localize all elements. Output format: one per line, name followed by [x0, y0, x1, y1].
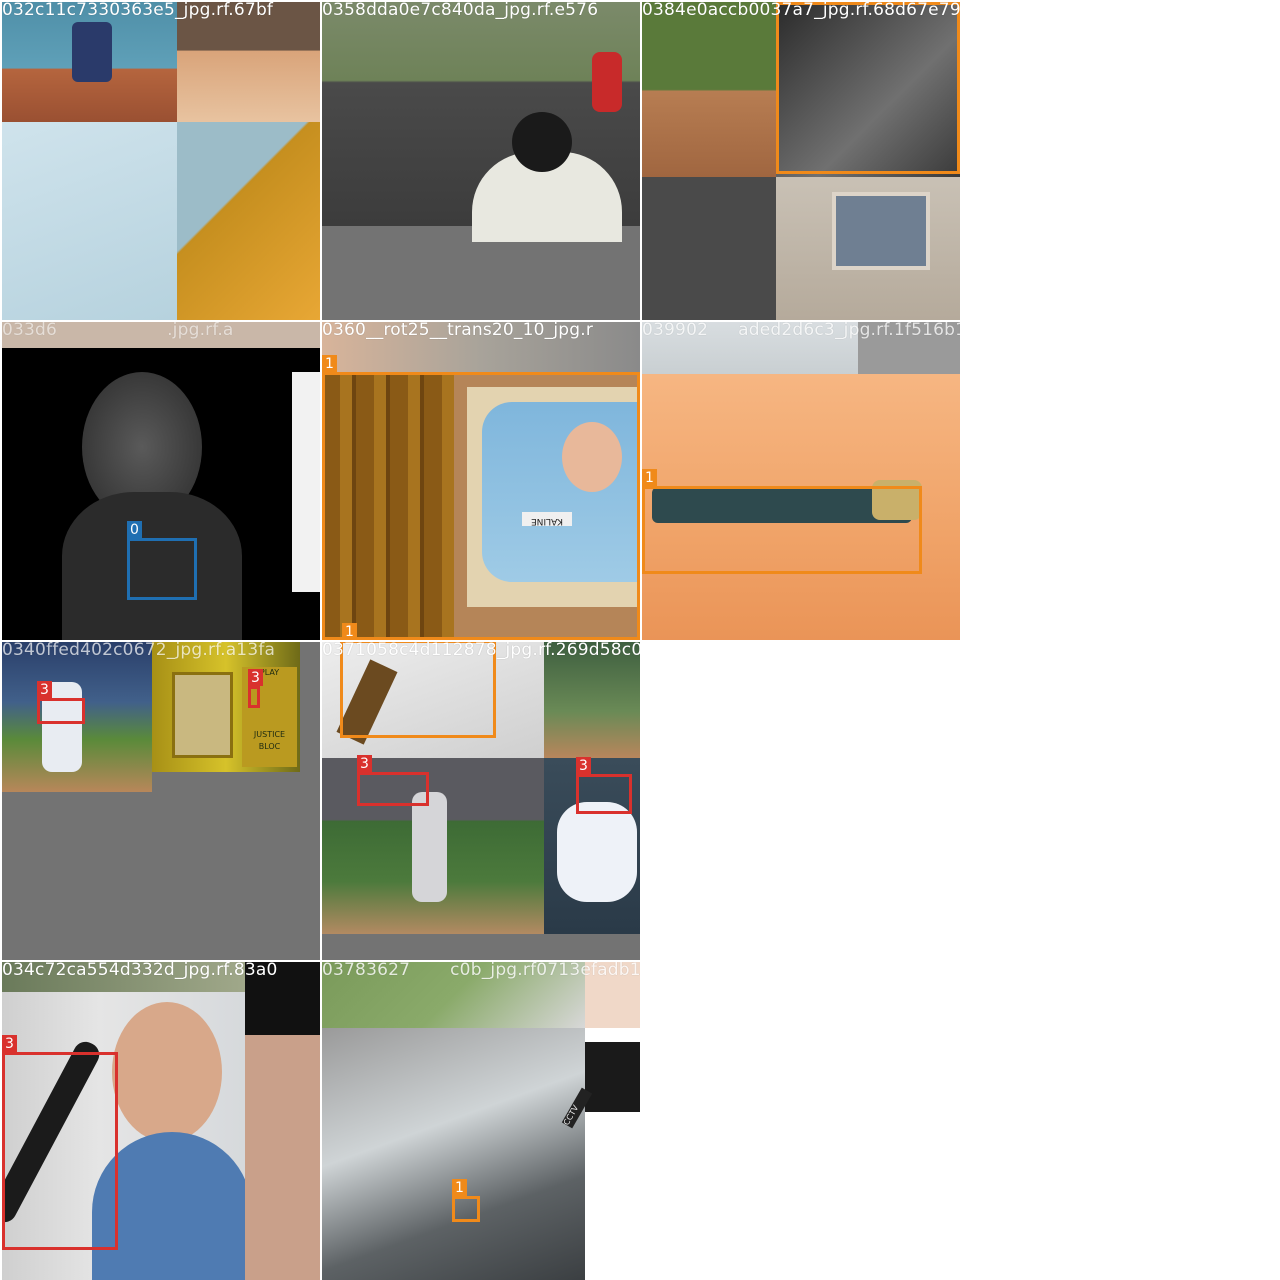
mosaic-tile-4: 0 033d6 .jpg.rf.a — [2, 322, 320, 640]
tile-filename: 034c72ca554d332d_jpg.rf.83a0 — [2, 962, 278, 980]
mosaic-tile-6: 1 039902aded2d6c3_jpg.rf.1f516b1af01727a… — [642, 322, 960, 640]
mosaic-tile-3: 0384e0accb0037a7_jpg.rf.68d67e797f211b93 — [642, 2, 960, 320]
detection-box-class-1 — [776, 2, 960, 174]
detection-box-class-1: 1 — [322, 355, 640, 640]
tile-filename: 033d6 .jpg.rf.a — [2, 322, 234, 340]
detection-box-class-3: 3 — [357, 755, 429, 806]
mosaic-tile-10: CCTV 1 03783627c0b_jpg.rf0713efadb1afa26… — [322, 962, 640, 1280]
tile-filename: 0358dda0e7c840da_jpg.rf.e576 — [322, 2, 599, 20]
mosaic-tile-7: PLAY JUSTICE BLOC 3 3 0340ffed402c0672_j… — [2, 642, 320, 960]
tile-filename: 0360__rot25__trans20_10_jpg.r — [322, 322, 594, 340]
mosaic-tile-9: 3 034c72ca554d332d_jpg.rf.83a0 — [2, 962, 320, 1280]
mosaic-tile-8: 3 3 0371058c4d112878_jpg.rf.269d58c061a6… — [322, 642, 640, 960]
tile-filename: 0371058c4d112878_jpg.rf.269d58c061a63bd7 — [322, 642, 640, 660]
detection-box-class-3: 3 — [2, 1035, 118, 1250]
tile-filename: 03783627c0b_jpg.rf0713efadb1afa261 — [322, 962, 640, 980]
tile-filename: 0384e0accb0037a7_jpg.rf.68d67e797f211b93 — [642, 2, 960, 20]
detection-box-class-3: 3 — [576, 757, 632, 814]
detection-box-class-3: 3 — [248, 669, 263, 708]
detection-box-class-1: 1 — [452, 1179, 480, 1222]
mosaic-tile-5: KALINE 1 1 0360__rot25__trans20_10_jpg.r — [322, 322, 640, 640]
tile-filename: 032c11c7330363e5_jpg.rf.67bf — [2, 2, 274, 20]
tile-filename: 0340ffed402c0672_jpg.rf.a13fa — [2, 642, 276, 660]
mosaic-tile-2: 0358dda0e7c840da_jpg.rf.e576 — [322, 2, 640, 320]
mosaic-tile-1: 032c11c7330363e5_jpg.rf.67bf — [2, 2, 320, 320]
detection-box-class-1: 1 — [642, 469, 922, 574]
tile-filename: 039902aded2d6c3_jpg.rf.1f516b1af01727ac — [642, 322, 960, 340]
detection-label: 0 — [127, 521, 142, 538]
detection-box-class-3: 3 — [37, 681, 85, 724]
detection-box-class-0: 0 — [127, 521, 197, 600]
